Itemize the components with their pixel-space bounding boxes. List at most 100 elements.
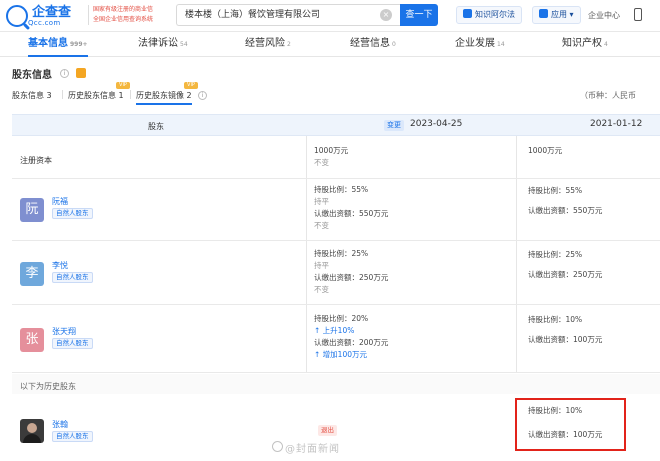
tab-label: 经营信息 [350,38,390,49]
tab-label: 知识产权 [562,38,602,49]
tab-count: 999+ [70,41,88,48]
amount: 认缴出资额：100万元 [528,335,603,344]
amount: 认缴出资额：250万元 [314,273,389,282]
weibo-icon [272,441,283,452]
history-label: 以下为历史股东 [20,382,76,391]
ratio-note: ↑ 上升10% [314,326,355,335]
column-divider [306,136,307,372]
amount-note: 不变 [314,285,329,294]
tab-ip[interactable]: 知识产权 4 [562,33,608,57]
subtab-shareholders[interactable]: 股东信息 3 [12,90,52,101]
mobile-icon[interactable] [634,8,642,21]
logo-text: 企查查 [32,4,72,20]
magnifier-logo-icon [6,5,28,27]
row-new-values: 持股比例：25% 持平 认缴出资额：250万元 不变 [314,248,388,296]
divider [130,90,131,99]
tab-operation[interactable]: 经营信息 0 [350,33,396,57]
column-divider [516,136,517,372]
shareholder-name[interactable]: 阮福 [52,196,68,207]
ratio: 持股比例：10% [528,315,583,324]
search-button[interactable]: 查一下 [400,4,438,26]
ratio-note: 持平 [314,197,329,206]
tab-count: 0 [392,41,396,48]
tab-count: 4 [604,41,608,48]
apps-button[interactable]: 应用 ▾ [532,6,581,24]
amount: 认缴出资额：550万元 [528,206,603,215]
natural-person-tag: 自然人股东 [52,431,93,442]
slogan-line-2: 全国企业信用查询系统 [93,16,154,23]
shareholder-name[interactable]: 张翰 [52,419,68,430]
capital-new-note: 不变 [314,158,329,167]
apps-grid-icon [539,9,548,18]
slogan-line-1: 国家有级注册的商业信 [93,6,154,13]
currency-label: （币种：人民币 [580,91,636,100]
clear-icon[interactable]: × [380,9,392,21]
row-divider [12,372,660,373]
change-badge: 变更 [384,120,404,131]
row-divider [12,304,660,305]
tab-development[interactable]: 企业发展 14 [455,33,505,57]
search-input[interactable]: 楼本楼（上海）餐饮管理有限公司 [176,4,400,26]
logo[interactable]: 企查查 Qcc.com [6,4,71,28]
slogan: 国家有级注册的商业信 全国企业信用查询系统 [88,5,168,25]
ratio: 持股比例：55% [314,185,369,194]
natural-person-tag: 自然人股东 [52,338,93,349]
ratio-note: 持平 [314,261,329,270]
registered-capital-label: 注册资本 [20,156,52,165]
tab-label: 基本信息 [28,38,68,49]
amount: 认缴出资额：250万元 [528,270,603,279]
tab-risk[interactable]: 经营风险 2 [245,33,291,57]
capital-new: 1000万元 不变 [314,145,348,169]
tab-legal[interactable]: 法律诉讼 54 [138,33,188,57]
vip-crown-icon [76,68,86,78]
avatar: 张 [20,328,44,352]
alpha-label: 知识阿尔法 [475,10,515,19]
avatar: 李 [20,262,44,286]
row-divider [12,178,660,179]
natural-person-tag: 自然人股东 [52,208,93,219]
section-title: 股东信息 [12,70,52,81]
row-old-values: 持股比例：25% 认缴出资额：250万元 [528,248,602,282]
capital-new-value: 1000万元 [314,146,349,155]
avatar: 阮 [20,198,44,222]
highlight-box [515,398,626,451]
tab-label: 经营风险 [245,38,285,49]
ratio: 持股比例：25% [528,250,583,259]
amount: 认缴出资额：550万元 [314,209,389,218]
column-shareholder: 股东 [148,122,164,131]
date-new: 2023-04-25 [410,119,463,129]
enterprise-center-link[interactable]: 企业中心 [588,10,620,21]
logo-subtext: Qcc.com [28,18,61,27]
alpha-icon [463,9,472,18]
tab-label: 法律诉讼 [138,38,178,49]
info-icon[interactable]: i [60,69,69,78]
capital-old-value: 1000万元 [528,146,563,155]
info-icon[interactable]: i [198,91,207,100]
top-header: 企查查 Qcc.com 国家有级注册的商业信 全国企业信用查询系统 楼本楼（上海… [0,0,660,32]
history-divider-row [12,374,660,394]
exit-badge: 退出 [318,425,337,436]
tab-count: 54 [180,41,188,48]
ratio: 持股比例：55% [528,186,583,195]
amount-note: ↑ 增加100万元 [314,350,367,359]
tab-label: 企业发展 [455,38,495,49]
subtab-history[interactable]: 历史股东信息 1 [68,90,124,101]
avatar-photo [20,419,44,443]
row-old-values: 持股比例：10% 认缴出资额：100万元 [528,313,602,347]
shareholder-name[interactable]: 张天翔 [52,326,76,337]
tab-count: 14 [497,41,505,48]
row-new-values: 持股比例：55% 持平 认缴出资额：550万元 不变 [314,184,388,232]
apps-label: 应用 ▾ [551,10,574,19]
subtab-history-mirror[interactable]: 历史股东镜像 2 [136,90,192,105]
divider [62,90,63,99]
amount-note: 不变 [314,221,329,230]
tab-count: 2 [287,41,291,48]
tab-basic-info[interactable]: 基本信息 999+ [28,33,88,57]
row-new-values: 持股比例：20% ↑ 上升10% 认缴出资额：200万元 ↑ 增加100万元 [314,313,388,361]
amount: 认缴出资额：200万元 [314,338,389,347]
row-old-values: 持股比例：55% 认缴出资额：550万元 [528,184,602,218]
alpha-button[interactable]: 知识阿尔法 [456,6,522,24]
ratio: 持股比例：20% [314,314,369,323]
shareholder-name[interactable]: 李悦 [52,260,68,271]
date-old: 2021-01-12 [590,119,643,129]
